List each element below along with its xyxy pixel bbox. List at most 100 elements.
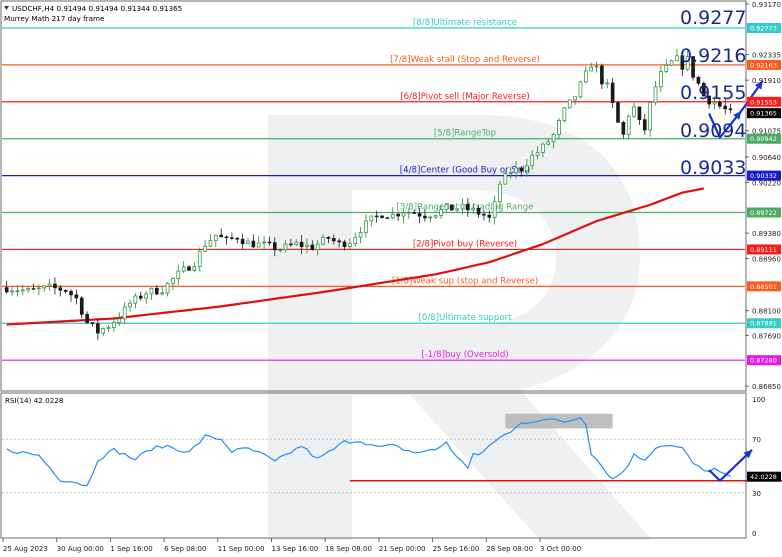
candle-body (278, 249, 282, 251)
time-tick: 18 Sep 08:00 (325, 545, 372, 553)
candle-body (240, 238, 245, 244)
candle (642, 113, 647, 135)
price-tick: 0.93170 (752, 1, 781, 9)
time-tick: 3 Oct 00:00 (540, 545, 581, 553)
candle-body (267, 241, 272, 244)
candle (203, 239, 207, 253)
price-tick: 0.91910 (752, 77, 781, 85)
candle-body (428, 216, 433, 219)
candle (675, 48, 679, 62)
candle-body (616, 102, 620, 123)
candle-body (251, 240, 256, 248)
candle (353, 232, 358, 247)
candle-body (133, 295, 138, 304)
rsi-line (6, 417, 731, 487)
candle (90, 322, 95, 327)
candle (219, 228, 223, 238)
candle-body (364, 220, 368, 233)
candle (58, 285, 63, 297)
candle-body (192, 266, 197, 271)
candle (369, 215, 374, 227)
candle-body (58, 287, 63, 291)
candle-body (546, 141, 551, 145)
candle (380, 215, 384, 219)
candle-body (155, 287, 159, 295)
candle-body (632, 106, 636, 117)
candle-body (165, 282, 170, 294)
time-tick: 11 Sep 00:00 (218, 545, 265, 553)
candle (144, 291, 148, 304)
current-price-badge: 0.91365 (750, 110, 777, 118)
candle (96, 318, 100, 340)
candle-body (562, 107, 567, 121)
candle-body (197, 250, 202, 267)
big-level-2: 0.9155 (680, 82, 746, 104)
candle-body (578, 81, 583, 98)
candle-body (541, 143, 545, 153)
candle (187, 265, 191, 271)
candle (171, 277, 175, 290)
level-badge-4: 0.90332 (750, 172, 777, 180)
candle-body (37, 287, 41, 290)
candle-body (181, 266, 186, 272)
candle-body (213, 234, 218, 241)
candle-body (358, 232, 363, 238)
candle-body (144, 293, 148, 299)
candle-body (53, 283, 57, 289)
candle-body (525, 165, 529, 172)
murrey-label-0: [8/8]Ultimate resistance (413, 18, 517, 28)
candle-body (203, 245, 207, 252)
candle-body (283, 243, 288, 251)
chart-canvas: [8/8]Ultimate resistance [7/8]Weak stall … (0, 0, 782, 553)
candle-body (262, 241, 266, 244)
candle-body (176, 270, 181, 279)
candle-body (621, 121, 626, 135)
candle-body (272, 242, 277, 251)
candle-body (106, 327, 111, 329)
candle (583, 65, 588, 84)
candle (213, 234, 218, 248)
candle-body (412, 212, 417, 214)
price-tick: 0.92335 (752, 51, 781, 59)
candle (138, 291, 143, 301)
candle (396, 212, 400, 221)
candle-body (396, 213, 400, 217)
murrey-label-6: [2/8]Pivot buy (Reverse) (413, 239, 517, 249)
candle (240, 233, 245, 249)
level-badge-5: 0.89722 (750, 209, 777, 217)
candle-body (466, 203, 470, 211)
candle-body (85, 313, 89, 323)
candle-body (117, 318, 122, 323)
time-tick: 25 Aug 2023 (3, 545, 48, 553)
candle-body (96, 323, 100, 334)
level-badge-3: 0.90942 (750, 135, 777, 143)
candle-body (385, 217, 390, 219)
candle (449, 204, 454, 211)
level-badge-0: 0.92773 (750, 25, 777, 33)
collapse-triangle-icon[interactable] (4, 6, 9, 10)
rsi-indicator: 100 70 30 0 42.0228 (2, 396, 782, 538)
price-axis: 0.931700.923350.919100.910750.906400.902… (745, 1, 781, 391)
candle-body (47, 283, 52, 287)
price-tick: 0.88100 (752, 308, 781, 316)
candle (133, 293, 138, 309)
level-badge-9: 0.87280 (750, 357, 777, 365)
candle-body (246, 240, 250, 244)
candle-body (171, 278, 175, 284)
candle-body (256, 242, 261, 248)
watermark-logo (268, 115, 652, 540)
candle-body (530, 154, 535, 167)
candle (197, 247, 202, 272)
level-badge-8: 0.87891 (750, 320, 777, 328)
big-level-3: 0.9094 (680, 120, 746, 142)
candle (256, 236, 261, 248)
candle-body (224, 236, 229, 239)
candle-body (187, 266, 191, 271)
candle (79, 296, 84, 319)
candle (15, 285, 20, 297)
candle-body (160, 292, 165, 295)
candle (364, 214, 368, 238)
murrey-label-2: [6/8]Pivot sell (Major Reverse) (400, 92, 529, 102)
candle-body (551, 134, 556, 143)
candle-body (728, 108, 733, 111)
